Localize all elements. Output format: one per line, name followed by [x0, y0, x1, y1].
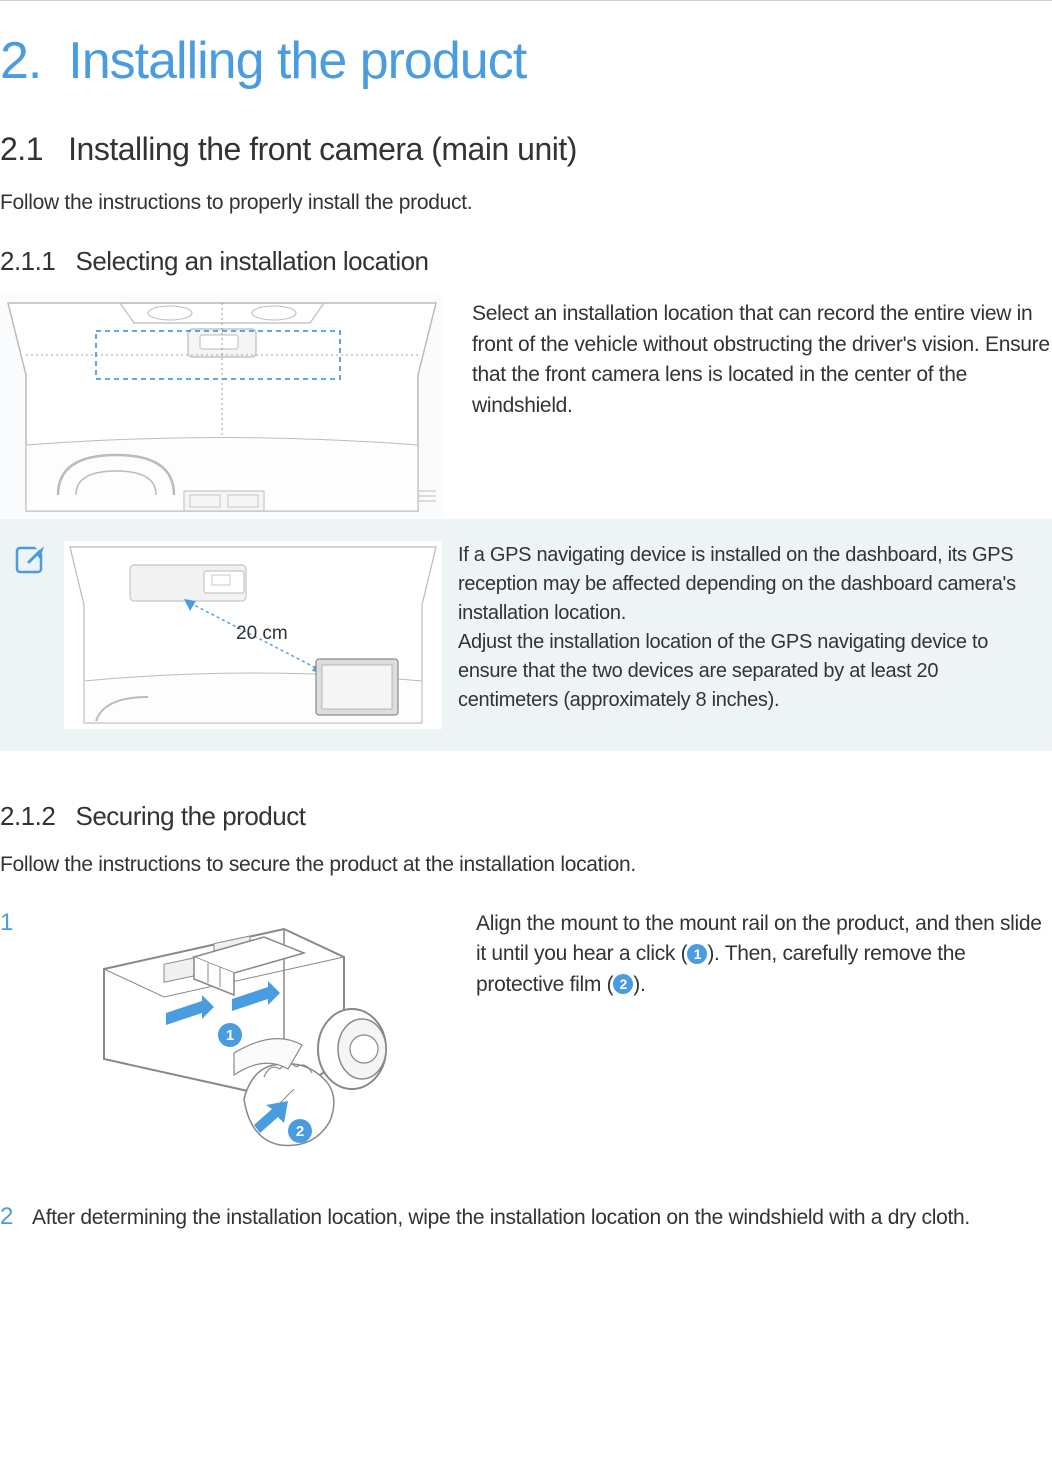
step-2-number: 2 [0, 1203, 24, 1233]
step-1-number: 1 [0, 909, 24, 1173]
section-intro-212: Follow the instructions to secure the pr… [0, 850, 1052, 880]
step-1-row: 1 [0, 909, 1052, 1173]
gps-note-text: If a GPS navigating device is installed … [458, 541, 1030, 715]
note-icon [14, 543, 48, 577]
subsection-title: Selecting an installation location [76, 246, 429, 276]
subsection-heading-211: 2.1.1 Selecting an installation location [0, 246, 1052, 277]
svg-text:2: 2 [296, 1123, 304, 1140]
subsection-number: 2.1.1 [0, 246, 55, 276]
step-1-text: Align the mount to the mount rail on the… [476, 909, 1052, 1173]
chapter-heading: 2. Installing the product [0, 31, 1052, 91]
gps-note-para-2: Adjust the installation location of the … [458, 631, 988, 711]
subsection-number: 2.1.2 [0, 801, 55, 831]
mount-illustration: 1 2 [44, 909, 456, 1173]
location-row: Select an installation location that can… [0, 295, 1052, 519]
section-heading-21: 2.1 Installing the front camera (main un… [0, 131, 1052, 168]
chapter-number: 2. [0, 32, 41, 90]
location-description: Select an installation location that can… [472, 295, 1052, 519]
step-2-text: After determining the installation locat… [32, 1203, 1052, 1233]
svg-text:1: 1 [226, 1027, 234, 1044]
section-intro-21: Follow the instructions to properly inst… [0, 188, 1052, 218]
subsection-title: Securing the product [76, 801, 306, 831]
section-number: 2.1 [0, 131, 43, 167]
subsection-heading-212: 2.1.2 Securing the product [0, 801, 1052, 832]
callout-badge-2: 2 [613, 974, 633, 994]
step-2-row: 2 After determining the installation loc… [0, 1203, 1052, 1233]
gps-note-para-1: If a GPS navigating device is installed … [458, 544, 1016, 624]
chapter-title: Installing the product [68, 32, 526, 90]
section-title: Installing the front camera (main unit) [68, 131, 577, 167]
windshield-illustration [0, 295, 444, 519]
callout-badge-1: 1 [687, 944, 707, 964]
gps-distance-label: 20 cm [236, 623, 288, 645]
gps-distance-illustration: 20 cm [64, 541, 442, 729]
gps-note-box: 20 cm If a GPS navigating device is inst… [0, 519, 1052, 751]
